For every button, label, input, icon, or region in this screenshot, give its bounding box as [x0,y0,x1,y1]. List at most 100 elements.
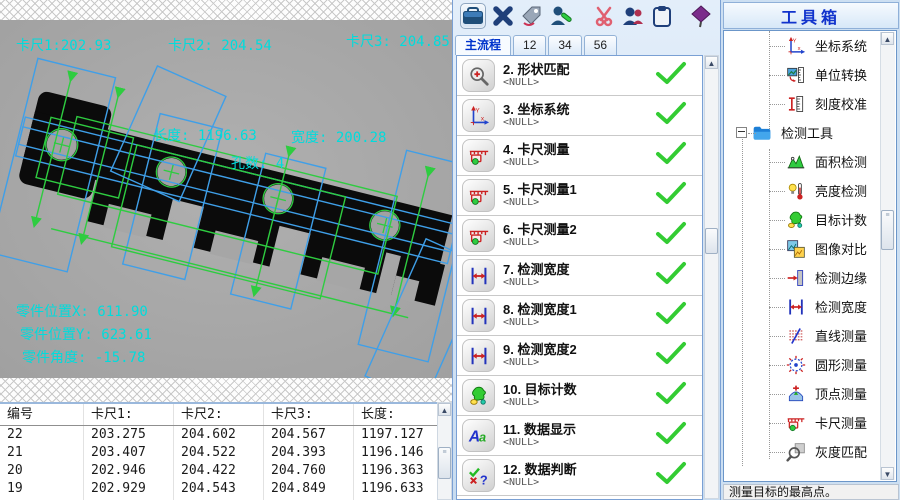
toolbar-briefcase-icon[interactable] [460,3,486,29]
tab-12[interactable]: 12 [513,35,546,55]
caliper-icon [468,225,490,247]
coordinate-system-icon: Yx [468,105,490,127]
step-icon-box [462,339,495,372]
toolbar-users-icon[interactable] [621,4,645,28]
toolbox-tool-item[interactable]: 刻度校准 [724,89,896,118]
flow-step-list: 2. 形状匹配 <NULL> Yx 3. 坐标系统 <NULL> 4. 卡尺测量… [456,55,703,500]
step-subtitle: <NULL> [503,117,654,129]
gray-match-icon [786,442,806,462]
flow-step[interactable]: 7. 检测宽度 <NULL> [457,256,702,296]
toolbox-tool-item[interactable]: Yx 坐标系统 [724,31,896,60]
width-readout: 宽度: 200.28 [291,129,386,146]
scroll-down-arrow[interactable]: ▼ [881,467,894,480]
toolbox-tool-item[interactable]: 卡尺测量 [724,408,896,437]
tree-collapse-box[interactable] [736,127,747,138]
scrollbar-thumb[interactable] [705,228,718,254]
brightness-detect-icon [786,181,806,201]
toolbox-tool-item[interactable]: 目标计数 [724,205,896,234]
part-position-y-readout: 零件位置Y: 623.61 [20,327,152,343]
scroll-up-arrow[interactable]: ▲ [705,56,718,69]
width-detect-icon [468,305,490,327]
area-detect-icon [786,152,806,172]
toolbox-tool-item[interactable]: 单位转换 [724,60,896,89]
scrollbar-thumb[interactable]: ≡ [438,447,451,479]
step-text: 6. 卡尺测量2 <NULL> [503,222,654,249]
toolbox-tool-group[interactable]: 检测工具 [724,118,896,147]
toolbar-flag-icon[interactable] [689,4,713,28]
camera-image-view[interactable]: 卡尺1:202.93 卡尺2: 204.54 卡尺3: 204.85 长度: 1… [0,20,452,378]
scroll-up-arrow[interactable]: ▲ [438,403,451,416]
toolbox-tool-item[interactable]: 检测边缘 [724,263,896,292]
line-measure-icon [786,326,806,346]
step-text: 7. 检测宽度 <NULL> [503,262,654,289]
tab-34[interactable]: 34 [548,35,581,55]
results-cell: 21 [0,444,84,462]
results-cell: 204.849 [264,480,354,498]
step-title: 2. 形状匹配 [503,62,654,77]
step-status-pass [654,421,688,450]
toolbox-tool-item[interactable]: 顶点测量 [724,379,896,408]
results-table-scrollbar[interactable]: ▲ ≡ [437,402,452,500]
toolbox-title: 工具箱 [723,2,899,29]
toolbar-scissors-icon[interactable] [592,4,616,28]
toolbar-close-x-icon[interactable] [491,4,515,28]
flow-list-scrollbar[interactable]: ▲ [704,55,719,499]
results-row[interactable]: 22203.275204.602204.5671197.127 [0,426,452,444]
check-icon [654,421,688,445]
tab-main-flow[interactable]: 主流程 [455,35,511,55]
results-cell: 203.407 [84,444,174,462]
results-table: 编号卡尺1:卡尺2:卡尺3:长度: 22203.275204.602204.56… [0,402,452,500]
results-row[interactable]: 19202.929204.543204.8491196.633 [0,480,452,498]
toolbox-tool-item[interactable]: 直线测量 [724,321,896,350]
results-cell: 1197.127 [354,426,436,444]
scroll-up-arrow[interactable]: ▲ [881,32,894,45]
toolbox-tool-item[interactable]: 面积检测 [724,147,896,176]
clipboard-icon [650,4,674,28]
results-cell: 204.543 [174,480,264,498]
toolbox-scrollbar[interactable]: ▲ ≡ ▼ [880,32,895,480]
flow-step[interactable]: 4. 卡尺测量 <NULL> [457,136,702,176]
step-icon-box [462,259,495,292]
flow-step[interactable]: 10. 目标计数 <NULL> [457,376,702,416]
tool-label: 检测边缘 [815,268,867,287]
toolbox-tool-item[interactable]: 亮度检测 [724,176,896,205]
flow-step[interactable]: 5. 卡尺测量1 <NULL> [457,176,702,216]
flow-step[interactable]: Yx 3. 坐标系统 <NULL> [457,96,702,136]
flow-step[interactable]: Aa 11. 数据显示 <NULL> [457,416,702,456]
toolbox-tool-item[interactable]: 检测宽度 [724,292,896,321]
tab-56[interactable]: 56 [584,35,617,55]
toolbox-tool-item[interactable]: 灰度匹配 [724,437,896,466]
toolbox-tool-item[interactable]: 图像对比 [724,234,896,263]
shape-match-icon [468,65,490,87]
scrollbar-thumb[interactable]: ≡ [881,210,894,250]
image-compare-icon [786,239,806,259]
toolbar-edit-user-icon[interactable] [549,4,573,28]
step-icon-box [462,59,495,92]
flow-step[interactable]: 9. 检测宽度2 <NULL> [457,336,702,376]
flow-step[interactable]: 6. 卡尺测量2 <NULL> [457,216,702,256]
flow-step[interactable]: ? 12. 数据判断 <NULL> [457,456,702,496]
part-angle-readout: 零件角度: -15.78 [22,350,145,366]
tree-rows: Yx 坐标系统 单位转换 刻度校准 检测工具 面积检测 亮度检测 目标计数 图像… [724,31,896,466]
step-text: 9. 检测宽度2 <NULL> [503,342,654,369]
toolbox-tool-item[interactable]: 圆形测量 [724,350,896,379]
results-column-header: 卡尺1: [84,404,174,425]
step-subtitle: <NULL> [503,317,654,329]
flow-step[interactable]: 2. 形状匹配 <NULL> [457,56,702,96]
results-row[interactable]: 21203.407204.522204.3931196.146 [0,444,452,462]
check-icon [654,181,688,205]
width-detect-icon [468,345,490,367]
toolbar-clipboard-icon[interactable] [650,4,674,28]
results-row[interactable]: 20202.946204.422204.7601196.363 [0,462,452,480]
check-icon [654,261,688,285]
tool-label: 灰度匹配 [815,442,867,461]
svg-text:a: a [479,429,486,444]
results-cell: 204.522 [174,444,264,462]
close-x-icon [491,4,515,28]
toolbox-status-text: 测量目标的最高点。 [723,484,899,500]
check-icon [654,61,688,85]
unit-convert-icon [786,65,806,85]
toolbar-tag-icon[interactable] [520,4,544,28]
flow-step[interactable]: 8. 检测宽度1 <NULL> [457,296,702,336]
check-icon [654,101,688,125]
